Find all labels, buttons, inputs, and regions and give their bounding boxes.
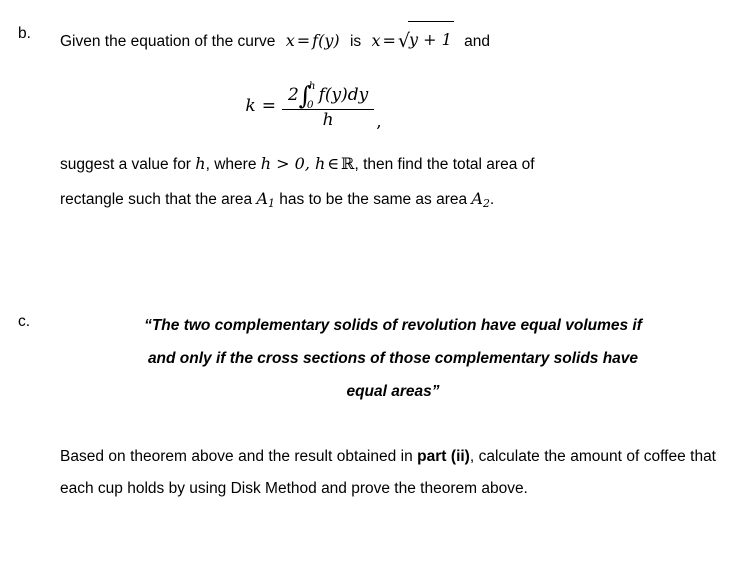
fraction-numerator: 2 ∫ h 0 f(y)dy bbox=[282, 80, 374, 110]
formula-k-definition: k = 2 ∫ h 0 f(y)dy h , bbox=[245, 80, 382, 133]
text-suggest-value: suggest a value for bbox=[60, 155, 191, 173]
math-x-equals-sqrt: x = √y + 1 bbox=[371, 21, 454, 51]
text-rectangle-such-that: rectangle such that the area bbox=[60, 190, 253, 208]
document-page: b. Given the equation of the curve x = f(y… bbox=[0, 0, 747, 583]
numerator-coefficient: 2 bbox=[287, 85, 299, 105]
question-b-line-2: suggest a value for h, where h > 0, h ∈ ℝ,… bbox=[60, 147, 716, 182]
question-c-closing-paragraph: Based on theorem above and the result ob… bbox=[60, 441, 716, 507]
question-c-body: “The two complementary solids of revolut… bbox=[0, 310, 747, 506]
formula-lhs: k bbox=[245, 96, 256, 117]
math-x-equals-fy: x = f(y) bbox=[285, 31, 340, 50]
formula-trailing-comma: , bbox=[376, 112, 382, 133]
integral-lower-limit: 0 bbox=[306, 98, 314, 111]
text-is: is bbox=[349, 33, 362, 50]
text-where: , where bbox=[205, 155, 257, 173]
question-b-line-3: rectangle such that the area A1 has to b… bbox=[60, 182, 716, 217]
question-b-line-1: Given the equation of the curve x = f(y) i… bbox=[60, 21, 716, 59]
text-based-on-theorem: Based on theorem above and the result ob… bbox=[60, 447, 418, 465]
formula-equals: = bbox=[261, 96, 276, 117]
question-label-c: c. bbox=[18, 313, 31, 330]
text-has-to-be-same: has to be the same as area bbox=[279, 190, 468, 208]
integrand: f(y)dy bbox=[318, 85, 369, 105]
displayed-formula-k: k = 2 ∫ h 0 f(y)dy h , bbox=[0, 80, 687, 133]
theorem-quote-line-3: equal areas” bbox=[346, 382, 440, 400]
question-label-b: b. bbox=[18, 25, 31, 42]
theorem-quote-line-2: and only if the cross sections of those … bbox=[147, 349, 639, 367]
sqrt-expression: √y + 1 bbox=[398, 21, 454, 58]
theorem-quote: “The two complementary solids of revolut… bbox=[80, 310, 706, 409]
question-b-body: Given the equation of the curve x = f(y) i… bbox=[60, 21, 716, 217]
math-h: h bbox=[195, 153, 206, 173]
question-block-b: b. Given the equation of the curve x = f(y… bbox=[0, 21, 747, 217]
bold-part-reference: part (ii) bbox=[417, 447, 470, 465]
question-block-c: c. “The two complementary solids of revo… bbox=[0, 310, 747, 506]
text-and: and bbox=[464, 33, 490, 50]
definite-integral: ∫ h 0 f(y)dy bbox=[299, 80, 369, 110]
text-given-equation: Given the equation of the curve bbox=[60, 33, 276, 50]
math-area-A1: A1 bbox=[256, 188, 275, 210]
math-area-A2: A2 bbox=[471, 188, 490, 210]
text-then-find: , then find the total area of bbox=[354, 155, 535, 173]
text-period: . bbox=[489, 190, 495, 208]
math-real-numbers-symbol: ℝ bbox=[341, 153, 355, 173]
fraction: 2 ∫ h 0 f(y)dy h bbox=[281, 80, 375, 131]
integral-upper-limit: h bbox=[308, 80, 316, 92]
radicand: y + 1 bbox=[408, 21, 454, 57]
theorem-quote-line-1: “The two complementary solids of revolut… bbox=[144, 317, 642, 334]
question-c-closing-body: Based on theorem above and the result ob… bbox=[60, 441, 716, 507]
math-h-condition: h > 0, h ∈ ℝ bbox=[260, 153, 355, 173]
fraction-denominator: h bbox=[322, 110, 334, 131]
